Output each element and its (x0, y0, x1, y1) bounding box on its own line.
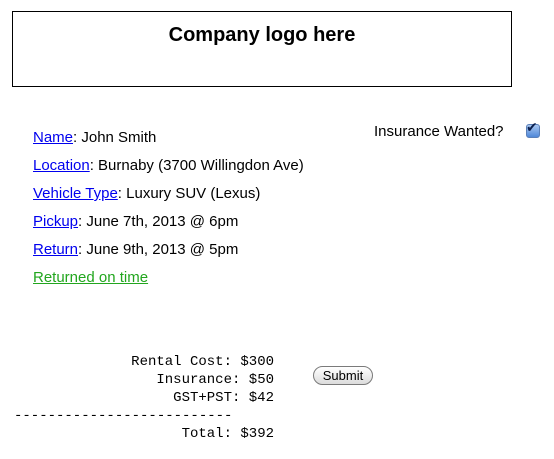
cost-summary: Rental Cost: $300 Insurance: $50 GST+PST… (14, 353, 274, 443)
return-row: Return: June 9th, 2013 @ 5pm (33, 236, 304, 264)
rental-details: Name: John Smith Location: Burnaby (3700… (33, 124, 304, 292)
status-row: Returned on time (33, 264, 304, 292)
return-link[interactable]: Return (33, 241, 78, 258)
pickup-value: : June 7th, 2013 @ 6pm (78, 213, 239, 230)
pickup-link[interactable]: Pickup (33, 213, 78, 230)
submit-button[interactable]: Submit (313, 366, 373, 385)
name-value: : John Smith (73, 129, 157, 146)
insurance-label: Insurance Wanted? (374, 123, 504, 140)
return-value: : June 9th, 2013 @ 5pm (78, 241, 239, 258)
tax-line: GST+PST: $42 (173, 390, 274, 406)
company-logo-text: Company logo here (168, 24, 356, 46)
totals-divider: -------------------------- (14, 408, 233, 424)
insurance-checkbox[interactable]: ✔ (526, 120, 540, 138)
location-link[interactable]: Location (33, 157, 90, 174)
location-value: : Burnaby (3700 Willingdon Ave) (89, 157, 304, 174)
name-row: Name: John Smith (33, 124, 304, 152)
returned-on-time-link[interactable]: Returned on time (33, 269, 148, 286)
rental-cost-line: Rental Cost: $300 (131, 354, 274, 370)
insurance-cost-line: Insurance: $50 (156, 372, 274, 388)
company-logo-box: Company logo here (12, 11, 512, 87)
vehicle-type-link[interactable]: Vehicle Type (33, 185, 118, 202)
vehicle-type-row: Vehicle Type: Luxury SUV (Lexus) (33, 180, 304, 208)
pickup-row: Pickup: June 7th, 2013 @ 6pm (33, 208, 304, 236)
location-row: Location: Burnaby (3700 Willingdon Ave) (33, 152, 304, 180)
total-line: Total: $392 (181, 426, 274, 442)
name-link[interactable]: Name (33, 129, 73, 146)
checkmark-icon: ✔ (526, 120, 538, 136)
vehicle-type-value: : Luxury SUV (Lexus) (117, 185, 261, 202)
